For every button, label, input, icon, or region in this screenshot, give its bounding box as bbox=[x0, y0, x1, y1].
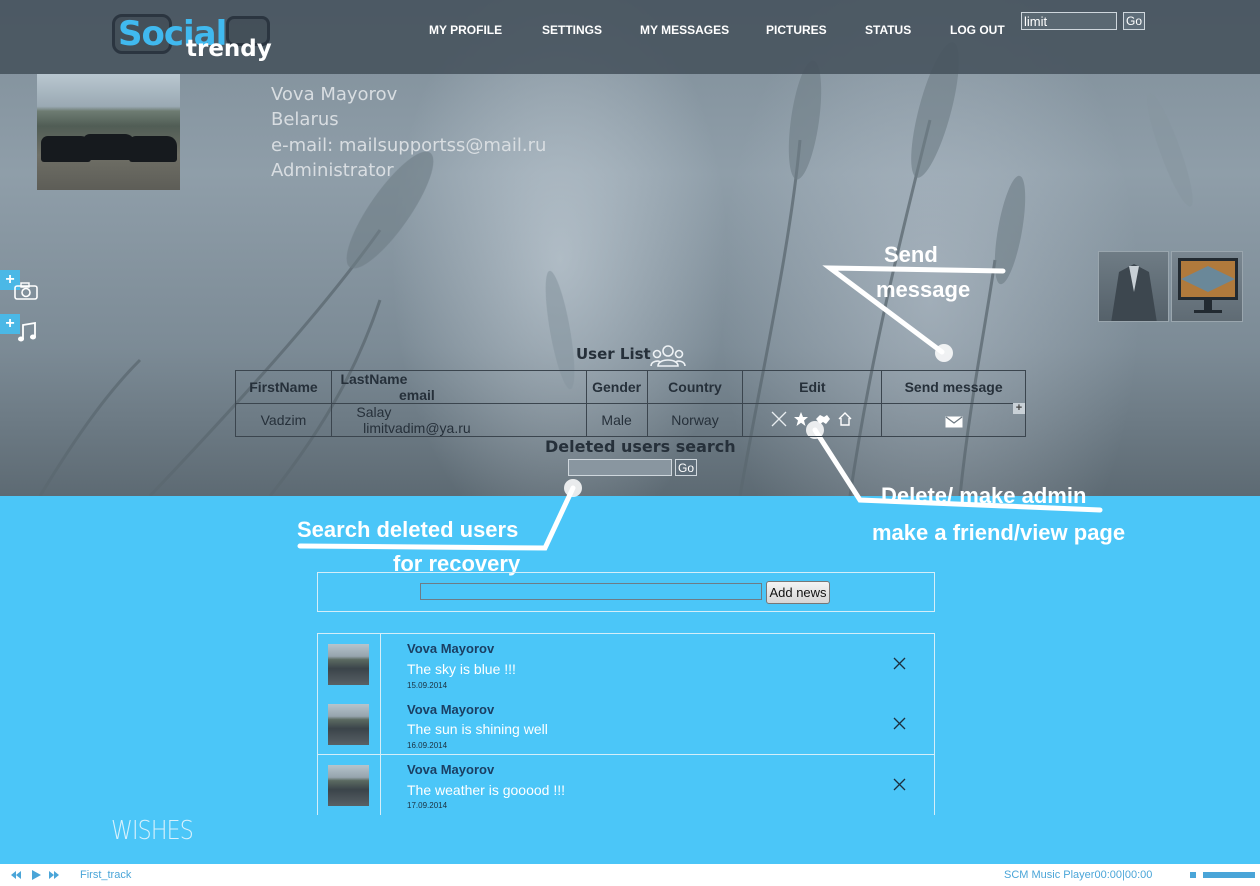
annotation-send-message-line1: Send bbox=[884, 242, 938, 267]
cell-country: Norway bbox=[646, 403, 744, 437]
handshake-icon[interactable] bbox=[815, 411, 831, 427]
annotation-delete-admin-line1: Delete/ make admin bbox=[881, 483, 1087, 508]
table-expand-button[interactable]: + bbox=[1013, 403, 1025, 414]
delete-news-icon[interactable] bbox=[893, 657, 906, 670]
deleted-users-search-title: Deleted users search bbox=[545, 437, 736, 456]
cell-gender: Male bbox=[585, 403, 648, 437]
annotation-send-message-line2: message bbox=[876, 277, 971, 302]
news-date: 16.09.2014 bbox=[407, 741, 448, 750]
column-header-gender[interactable]: Gender bbox=[585, 370, 648, 404]
column-header-email[interactable]: email bbox=[332, 387, 502, 403]
news-author-name[interactable]: Vova Mayorov bbox=[407, 762, 494, 777]
cell-send-message bbox=[881, 403, 1026, 437]
column-header-send-message: Send message bbox=[881, 370, 1026, 404]
player-name: SCM Music Player bbox=[1004, 869, 1095, 881]
deleted-users-search-go-button[interactable]: Go bbox=[675, 459, 698, 476]
news-author-name[interactable]: Vova Mayorov bbox=[407, 641, 494, 656]
column-header-country[interactable]: Country bbox=[646, 370, 744, 404]
news-date: 17.09.2014 bbox=[407, 801, 448, 810]
news-author-name[interactable]: Vova Mayorov bbox=[407, 702, 494, 717]
column-header-firstname[interactable]: FirstName bbox=[235, 370, 332, 404]
home-icon[interactable] bbox=[837, 411, 853, 427]
previous-track-icon[interactable] bbox=[10, 869, 22, 881]
volume-slider[interactable] bbox=[1203, 872, 1255, 878]
player-name-and-time: SCM Music Player00:00|00:00 bbox=[1004, 869, 1152, 881]
user-list-header-row: FirstName LastNameemail Gender Country E… bbox=[235, 370, 1026, 404]
user-list-title: User List bbox=[576, 345, 651, 363]
news-feed: Vova Mayorov The sky is blue !!! 15.09.2… bbox=[317, 633, 935, 815]
add-news-button[interactable]: Add news bbox=[766, 581, 830, 604]
play-icon[interactable] bbox=[30, 869, 42, 881]
news-text: The weather is gooood !!! bbox=[407, 782, 565, 798]
deleted-users-search-input[interactable] bbox=[568, 459, 672, 476]
volume-icon[interactable] bbox=[1190, 872, 1196, 878]
cell-lastname-email: Salaylimitvadim@ya.ru bbox=[330, 403, 587, 437]
wishes-heading[interactable]: WISHES bbox=[111, 816, 194, 846]
table-row: Vadzim Salaylimitvadim@ya.ru Male Norway bbox=[235, 403, 1026, 437]
current-track-name[interactable]: First_track bbox=[80, 869, 131, 881]
delete-news-icon[interactable] bbox=[893, 717, 906, 730]
news-text: The sky is blue !!! bbox=[407, 661, 516, 677]
news-author-avatar[interactable] bbox=[328, 704, 369, 745]
news-feed-column-divider bbox=[380, 634, 381, 815]
users-group-icon bbox=[650, 345, 686, 367]
star-icon[interactable] bbox=[793, 411, 809, 427]
user-list-table: FirstName LastNameemail Gender Country E… bbox=[235, 370, 1026, 437]
next-track-icon[interactable] bbox=[48, 869, 60, 881]
delete-news-icon[interactable] bbox=[893, 778, 906, 791]
column-header-edit: Edit bbox=[742, 370, 883, 404]
news-date: 15.09.2014 bbox=[407, 681, 448, 690]
add-news-input[interactable] bbox=[420, 583, 762, 600]
news-author-avatar[interactable] bbox=[328, 765, 369, 806]
user-list-title-text: User List bbox=[576, 345, 651, 363]
delete-icon[interactable] bbox=[771, 411, 787, 427]
column-header-lastname[interactable]: LastName bbox=[332, 371, 416, 387]
cell-edit-actions bbox=[742, 403, 883, 437]
news-feed-row-divider bbox=[318, 754, 934, 755]
player-time: 00:00|00:00 bbox=[1094, 869, 1153, 881]
cell-email: limitvadim@ya.ru bbox=[363, 420, 471, 436]
music-player-bar: First_track SCM Music Player00:00|00:00 bbox=[0, 864, 1260, 886]
annotation-delete-admin-line2: make a friend/view page bbox=[872, 520, 1126, 545]
cell-lastname: Salay bbox=[356, 404, 392, 420]
news-text: The sun is shining well bbox=[407, 721, 548, 737]
news-author-avatar[interactable] bbox=[328, 644, 369, 685]
annotation-search-deleted-line1: Search deleted users bbox=[297, 517, 519, 542]
column-header-lastname-email[interactable]: LastNameemail bbox=[330, 370, 587, 404]
cell-firstname: Vadzim bbox=[235, 403, 332, 437]
envelope-icon[interactable] bbox=[945, 415, 963, 428]
